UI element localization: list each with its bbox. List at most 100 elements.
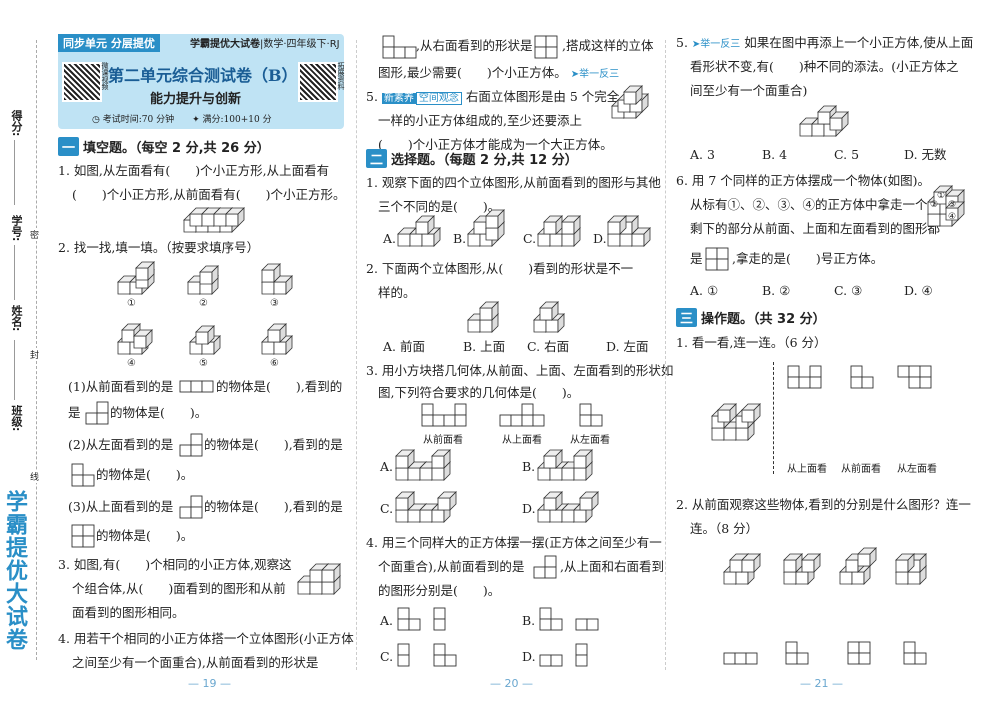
choice-q2-d[interactable]: D. 左面 [606,334,649,360]
page-number-20: — 20 — [490,677,533,690]
column-divider-2 [665,40,666,670]
fill-q2-sub1-a: (1)从前面看到的是 [68,379,174,394]
fill-q2-num-3: ③ [270,298,279,309]
choice-q1-d[interactable]: D. [593,226,607,252]
page-number-19: — 19 — [188,677,231,690]
choice-q6-d[interactable]: D. ④ [904,278,933,304]
choice-q5-figure [799,105,849,137]
choice-q2-c[interactable]: C. 右面 [527,334,569,360]
choice-q4-a-views [397,607,446,631]
view-left-shape [179,433,203,457]
choice-q4-d[interactable]: D. [522,644,536,670]
fill-q2-num-6: ⑥ [270,358,279,369]
op-q2-view-3 [847,641,871,665]
fill-q2-shape-1 [117,261,155,295]
choice-q3-c[interactable]: C. [380,496,393,522]
view-three-row [179,380,214,393]
cube-mark-3: ③ [948,200,957,210]
choice-q4-b[interactable]: B. [522,608,535,634]
choice-q2-b[interactable]: B. 上面 [463,334,505,360]
choice-q1-b[interactable]: B. [453,226,466,252]
op-q2-object-4 [895,553,927,585]
choice-q1-c[interactable]: C. [523,226,536,252]
fill-q1-line1: 1. 如图,从左面看有( )个小正方形,从上面看有 [58,163,330,178]
extension-tag-2[interactable]: ➤举一反三 [692,39,740,50]
choice-q6-c[interactable]: C. ③ [834,278,862,304]
star-icon: ✦ [192,115,200,125]
choice-q3-b[interactable]: B. [522,454,535,480]
choice-q3-line2: 图,下列符合要求的几何体是( )。 [378,385,580,400]
view-column-shape [71,463,95,487]
choice-q6-line5: ,拿走的是( )号正方体。 [732,251,884,266]
choice-q5-line3: 间至少有一个面重合) [690,83,808,98]
seal-feng: 封 [30,348,40,361]
section-2-heading: 二选择题。（每题 2 分,共 12 分） [366,149,578,168]
view-l-shape [85,401,109,425]
choice-q1-b-figure [467,209,505,247]
choice-q4-line4: 的图形分别是( )。 [378,583,501,598]
section-1-heading: 一填空题。（每空 2 分,共 26 分） [58,137,270,156]
fill-q2-num-1: ① [127,298,136,309]
op-q1-prompt: 1. 看一看,连一连。（6 分） [676,335,827,350]
choice-q2-figure-2 [533,301,565,333]
op-q2-view-2 [785,641,809,665]
fill-q2-sub1-d: 的物体是( )。 [110,405,208,420]
extension-tag[interactable]: ➤举一反三 [571,69,619,80]
choice-q3-front [421,403,467,427]
brand-vertical: 学霸提优大试卷 [2,490,27,651]
fill-q2-num-5: ⑤ [199,358,208,369]
choice-q1-a-figure [397,215,441,247]
choice-q3-top [499,403,545,427]
fill-q2-sub1-b: 的物体是( ),看到的 [216,379,343,394]
op-q1-figure [711,403,761,441]
choice-q2-a[interactable]: A. 前面 [383,334,425,360]
fill-q2-sub2-b: 的物体是( ),看到的是 [204,437,343,452]
choice-q4-line1: 4. 用三个同样大的正方体摆一摆(正方体之间至少有一 [366,535,662,550]
qr-code-right[interactable] [298,62,338,102]
choice-q6-a[interactable]: A. ① [690,278,718,304]
op-q1-view-1 [787,365,822,389]
choice-q4-a[interactable]: A. [380,608,393,634]
choice-q3-b-figure [537,449,593,481]
choice-q3-d-figure [537,491,599,523]
fill-q3-figure [297,563,341,595]
binding-strip: 得分: 学号: 姓名: 班级: 密 封 线 学霸提优大试卷 [0,0,48,705]
blank-line-1 [14,140,15,205]
op-q1-view-2 [850,365,874,389]
choice-q3-a-figure [395,449,451,481]
fill-q2-sub3-c: 的物体是( )。 [96,528,194,543]
op-q1-divider [773,362,774,474]
op-q2-view-1 [723,652,758,665]
choice-q3-d[interactable]: D. [522,496,536,522]
qr-code-left[interactable] [62,62,102,102]
spatial-badge: 空间观念 [415,92,462,105]
op-q1-label-front: 从前面看 [841,464,881,475]
choice-q5-b[interactable]: B. 4 [762,142,787,168]
choice-q6-b[interactable]: B. ② [762,278,790,304]
choice-q3-front-label: 从前面看 [423,435,463,446]
fill-q2-shape-6 [261,323,293,355]
choice-q3-a[interactable]: A. [380,454,393,480]
choice-q5-a[interactable]: A. 3 [690,142,715,168]
fill-q1-figure [183,207,245,233]
view-top-shape [179,495,203,519]
choice-q4-c[interactable]: C. [380,644,393,670]
fill-q3-line1: 3. 如图,有( )个相同的小正方体,观察这 [58,557,292,572]
blank-line-3 [14,340,15,400]
op-q2-object-2 [783,553,821,585]
choice-q1-a[interactable]: A. [383,226,396,252]
student-id-label: 学号: [10,215,23,242]
fill-q1-line2: ( )个小正方形,从前面看有( )个小正方形。 [72,187,346,202]
choice-q5-d[interactable]: D. 无数 [904,142,947,168]
fill-q2-shape-4 [117,323,153,355]
class-label: 班级: [10,405,23,432]
fill-q5-figure [611,85,649,119]
clock-icon: ◷ [92,115,100,125]
choice-q5-c[interactable]: C. 5 [834,142,859,168]
cube-mark-4: ④ [948,212,957,222]
choice-q6-line4: 是 [690,251,703,266]
choice-q1-line1: 1. 观察下面的四个立体图形,从前面看到的图形与其他 [366,175,661,190]
op-q1-view-3 [897,365,932,389]
fill-q2-sub2-c: 的物体是( )。 [96,467,194,482]
choice-q1-d-figure [607,215,651,247]
